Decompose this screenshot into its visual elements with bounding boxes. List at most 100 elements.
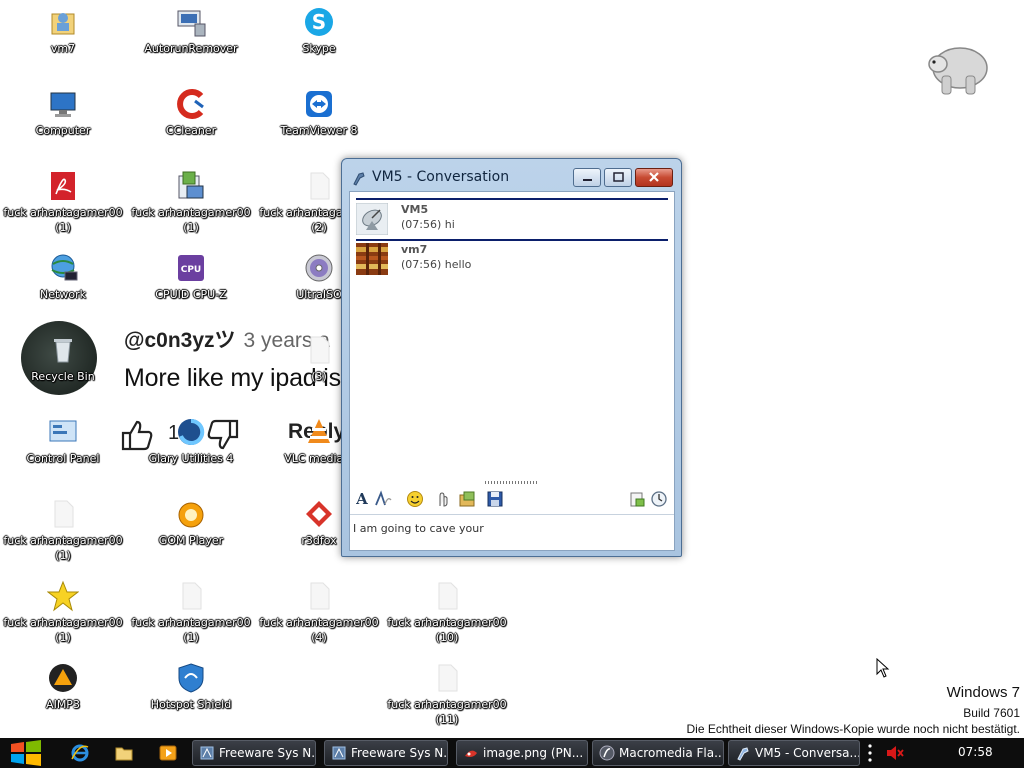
aimp-icon [49, 664, 77, 692]
desktop-icon-label: Control Panel [26, 452, 100, 465]
conversation-client: VM5 (07:56) hi vm7 (07:56) hello A [349, 191, 675, 551]
font-icon[interactable]: A [354, 490, 370, 508]
desktop-icon-label: AIMP3 [46, 698, 80, 711]
paste-icon[interactable] [628, 490, 646, 508]
desktop-icon[interactable]: fuck arhantagamer00 (1) [128, 164, 254, 234]
desktop-icon[interactable]: fuck arhantagamer00 (1) [0, 164, 126, 234]
explorer-folder-icon[interactable] [114, 743, 134, 763]
desktop-icon[interactable]: AIMP3 [0, 656, 126, 726]
desktop-icon[interactable]: fuck arhantagamer00 (1) [0, 574, 126, 644]
message-separator [356, 198, 668, 200]
cpuz-icon: CPU [178, 255, 204, 281]
desktop-icon[interactable]: Recycle Bin [0, 328, 126, 398]
taskbar-button[interactable]: Macromedia Fla... [592, 740, 724, 766]
desktop-icon-label: Recycle Bin [31, 370, 95, 383]
desktop-icon[interactable]: CPU CPUID CPU-Z [128, 246, 254, 316]
blank-file-icon [310, 336, 330, 364]
desktop-icon-label: fuck arhantagamer00 (4) [259, 616, 379, 644]
close-button[interactable] [635, 168, 673, 187]
message-sender: VM5 [401, 203, 429, 216]
internet-explorer-icon[interactable] [70, 743, 90, 763]
conversation-window[interactable]: VM5 - Conversation VM5 (07:56) hi vm7 (0… [341, 158, 682, 557]
taskbar-clock[interactable]: 07:58 [958, 745, 993, 759]
desktop-icon[interactable]: Glary Utilities 4 [128, 410, 254, 480]
pdf-icon [51, 172, 75, 200]
skype-icon: S [305, 8, 333, 36]
app-icon [200, 746, 214, 760]
os-build: Build 7601 [963, 706, 1020, 720]
os-name: Windows 7 [946, 684, 1020, 701]
desktop-icon-label: Glary Utilities 4 [148, 452, 234, 465]
computer-tool-icon [177, 10, 206, 37]
desktop-icon[interactable]: Network [0, 246, 126, 316]
shield-icon [178, 663, 204, 693]
desktop-icon[interactable]: S Skype [256, 0, 382, 70]
desktop-icon[interactable]: fuck arhantagamer00 (1) [128, 574, 254, 644]
blank-file-icon [438, 664, 458, 692]
send-file-icon[interactable] [458, 490, 478, 508]
desktop-icon[interactable]: Control Panel [0, 410, 126, 480]
blank-file-icon [438, 582, 458, 610]
activation-notice: Die Echtheit dieser Windows-Kopie wurde … [686, 722, 1020, 736]
taskbar-button[interactable]: Freeware Sys N... [192, 740, 316, 766]
desktop-icon[interactable]: fuck arhantagamer00 (10) [384, 574, 510, 644]
desktop-icon[interactable]: fuck arhantagamer00 (4) [256, 574, 382, 644]
desktop-icon[interactable]: TeamViewer 8 [256, 82, 382, 152]
taskbar-button-label: image.png (PN... [483, 746, 584, 760]
taskbar-button-label: VM5 - Conversa... [755, 746, 860, 760]
nudge-icon[interactable] [434, 490, 452, 508]
font-style-icon[interactable] [374, 490, 392, 508]
paint-icon [465, 750, 477, 757]
desktop-icon[interactable]: fuck arhantagamer00 (1) [0, 492, 126, 562]
teamviewer-icon [306, 91, 332, 117]
mouse-cursor-icon [876, 658, 890, 678]
network-icon [51, 254, 78, 281]
desktop-icon-label: fuck arhantagamer00 (1) [131, 616, 251, 644]
taskbar-button[interactable]: Freeware Sys N... [324, 740, 448, 766]
start-button-icon[interactable] [6, 738, 46, 768]
desktop-icon-label: Network [40, 288, 86, 301]
desktop-icon-label: CCleaner [165, 124, 217, 137]
volume-muted-icon[interactable] [886, 746, 904, 760]
desktop-icon-label: AutorunRemover [144, 42, 238, 55]
computer-icon [50, 92, 76, 117]
blank-file-icon [310, 172, 330, 200]
desktop-icon-label: fuck arhantagamer00 (1) [3, 206, 123, 234]
save-icon[interactable] [486, 490, 504, 508]
desktop-icon[interactable]: vm7 [0, 0, 126, 70]
desktop-icon-label: CPUID CPU-Z [155, 288, 227, 301]
desktop-icon[interactable]: Hotspot Shield [128, 656, 254, 726]
desktop-icon-label: Skype [302, 42, 336, 55]
close-icon [649, 172, 659, 182]
history-icon[interactable] [650, 490, 668, 508]
emoticon-icon[interactable] [406, 490, 424, 508]
disc-icon [305, 254, 333, 282]
taskbar-button-label: Freeware Sys N... [219, 746, 316, 760]
svg-text:CPU: CPU [181, 265, 202, 275]
polar-bear-icon [928, 47, 988, 95]
desktop-icon-label: fuck arhantagamer00 (11) [387, 698, 507, 726]
taskbar-button-label: Macromedia Fla... [619, 746, 724, 760]
blank-file-icon [54, 500, 74, 528]
user-folder-icon [51, 13, 75, 35]
media-player-icon[interactable] [158, 743, 178, 763]
desktop-icon[interactable]: CCleaner [128, 82, 254, 152]
desktop-icon[interactable]: fuck arhantagamer00 (11) [384, 656, 510, 726]
flash-icon [599, 745, 615, 761]
message-input[interactable] [353, 519, 669, 537]
minimize-icon [583, 179, 592, 181]
desktop-icon-label: Computer [35, 124, 91, 137]
desktop-icon-label: fuck arhantagamer00 (1) [131, 206, 251, 234]
taskbar-button[interactable]: VM5 - Conversa... [728, 740, 860, 766]
blank-file-icon [310, 582, 330, 610]
messenger-icon [353, 172, 365, 186]
desktop-icon[interactable]: Computer [0, 82, 126, 152]
star-icon [47, 580, 79, 612]
desktop-icon[interactable]: GOM Player [128, 492, 254, 562]
taskbar-button[interactable]: image.png (PN... [456, 740, 588, 766]
resize-grip[interactable] [485, 481, 539, 484]
desktop-icon[interactable]: AutorunRemover [128, 0, 254, 70]
tray-handle-icon[interactable] [865, 742, 875, 764]
maximize-button[interactable] [604, 168, 632, 187]
minimize-button[interactable] [573, 168, 601, 187]
